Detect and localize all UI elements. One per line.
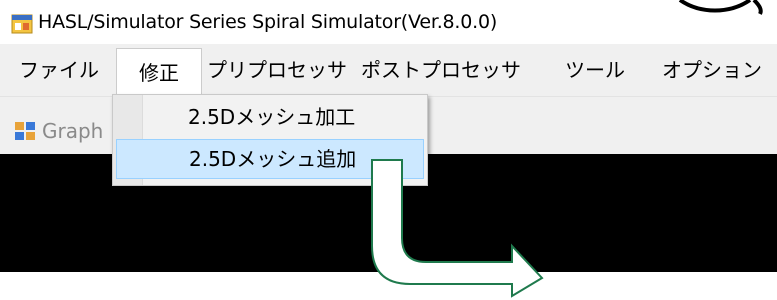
graph-window-title[interactable]: Graph	[42, 118, 103, 144]
menu-item-2-5d-mesh-process[interactable]: 2.5Dメッシュ加工	[116, 97, 424, 137]
app-icon	[11, 14, 33, 34]
menu-options[interactable]: オプション	[658, 44, 766, 96]
menu-edit[interactable]: 修正	[116, 48, 202, 95]
menu-bar: ファイル 修正 プリプロセッサ ポストプロセッサ ツール オプション	[0, 44, 777, 96]
graph-window-icon	[15, 122, 35, 140]
annotation-arrow	[371, 159, 544, 298]
menu-tools[interactable]: ツール	[552, 44, 638, 96]
menu-preprocessor[interactable]: プリプロセッサ	[202, 44, 352, 96]
cropped-glyph	[678, 0, 763, 15]
window-title: HASL/Simulator Series Spiral Simulator(V…	[38, 11, 498, 33]
menu-file[interactable]: ファイル	[4, 44, 114, 96]
menu-postprocessor[interactable]: ポストプロセッサ	[352, 44, 530, 96]
